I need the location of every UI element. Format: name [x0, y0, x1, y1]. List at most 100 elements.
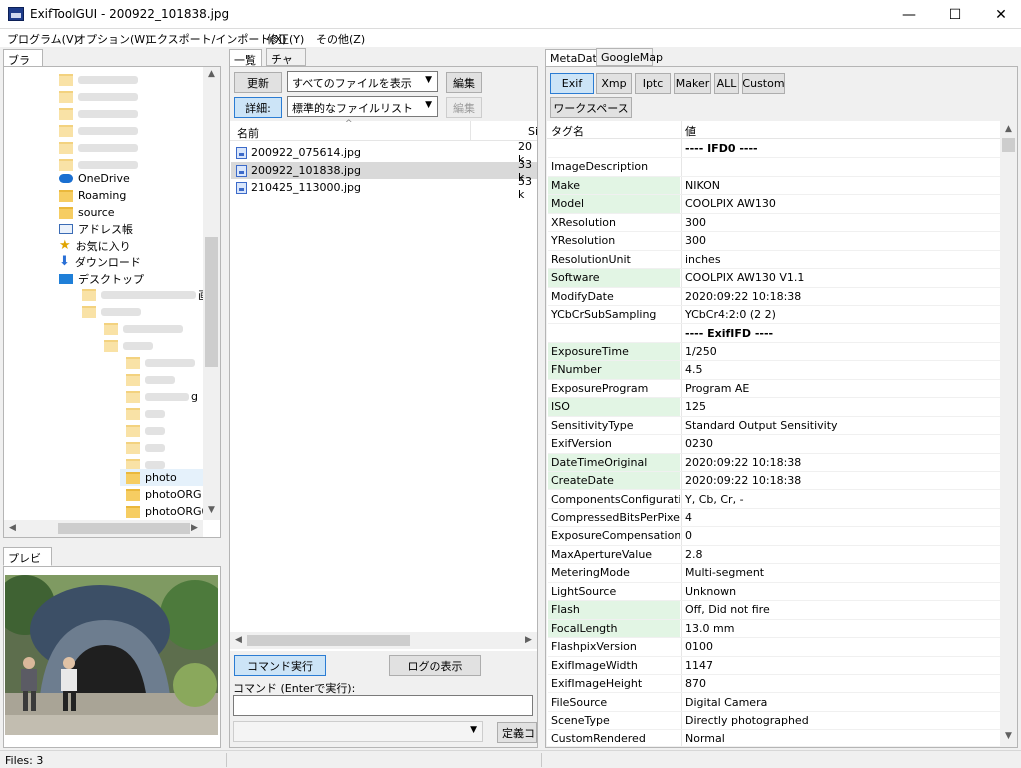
- tree-item-downloads[interactable]: ⬇ ダウンロード: [59, 253, 141, 270]
- metadata-tag-name: FileSource: [551, 695, 608, 709]
- scroll-left-icon[interactable]: ◀: [230, 635, 247, 645]
- scroll-down-icon[interactable]: ▼: [1000, 731, 1017, 741]
- metadata-row[interactable]: MeteringMode Multi-segment: [548, 564, 1000, 583]
- menu-other[interactable]: その他(Z): [316, 31, 365, 47]
- refresh-button[interactable]: 更新: [234, 72, 282, 93]
- metadata-row[interactable]: FNumber 4.5: [548, 361, 1000, 380]
- define-command-button[interactable]: 定義コ: [497, 722, 537, 743]
- tree-item-photoorg[interactable]: photoORG: [126, 486, 202, 503]
- scroll-left-icon[interactable]: ◀: [4, 523, 21, 533]
- metadata-row[interactable]: XResolution 300: [548, 214, 1000, 233]
- edit-view-button[interactable]: 編集: [446, 97, 482, 118]
- metadata-row[interactable]: CustomRendered Normal: [548, 730, 1000, 749]
- exif-button[interactable]: Exif: [550, 73, 594, 94]
- metadata-row[interactable]: FlashpixVersion 0100: [548, 638, 1000, 657]
- metadata-section-row[interactable]: ---- ExifIFD ----: [548, 325, 1000, 343]
- tree-item-onedrive[interactable]: OneDrive: [59, 170, 130, 187]
- metadata-row[interactable]: ExifVersion 0230: [548, 435, 1000, 454]
- command-input[interactable]: [233, 695, 533, 716]
- metadata-row[interactable]: Software COOLPIX AW130 V1.1: [548, 269, 1000, 288]
- edit-filter-button[interactable]: 編集: [446, 72, 482, 93]
- scroll-right-icon[interactable]: ▶: [520, 635, 537, 645]
- metadata-vertical-scrollbar[interactable]: ▲ ▼: [1000, 121, 1017, 746]
- scrollbar-thumb[interactable]: [58, 523, 190, 534]
- metadata-row[interactable]: ImageDescription: [548, 158, 1000, 177]
- tab-googlemap[interactable]: GoogleMap: [596, 48, 663, 66]
- tree-item-source[interactable]: source: [59, 204, 115, 221]
- column-name-header[interactable]: 名前: [237, 125, 259, 141]
- menu-export-import[interactable]: エクスポート/インポート(X): [146, 31, 287, 47]
- scroll-down-icon[interactable]: ▼: [203, 505, 220, 515]
- maximize-button[interactable]: ☐: [932, 0, 978, 29]
- metadata-row[interactable]: CompressedBitsPerPixel 4: [548, 509, 1000, 528]
- tree-horizontal-scrollbar[interactable]: ◀ ▶: [4, 520, 203, 537]
- tree-item-contacts[interactable]: アドレス帳: [59, 220, 133, 237]
- file-row[interactable]: 210425_113000.jpg 53 k: [236, 175, 537, 201]
- metadata-row[interactable]: ExifImageHeight 870: [548, 675, 1000, 694]
- chevron-down-icon: ▼: [470, 725, 477, 735]
- workspace-button[interactable]: ワークスペース: [550, 97, 632, 118]
- column-value-header[interactable]: 値: [685, 123, 696, 139]
- column-size-header[interactable]: Si: [528, 125, 538, 138]
- metadata-tag-value: 4.5: [685, 363, 703, 377]
- metadata-row[interactable]: MaxApertureValue 2.8: [548, 546, 1000, 565]
- tree-item-desktop[interactable]: デスクトップ: [59, 270, 144, 287]
- metadata-row[interactable]: DateTimeOriginal 2020:09:22 10:18:38: [548, 453, 1000, 473]
- metadata-section-row[interactable]: ---- IFD0 ----: [548, 140, 1000, 159]
- metadata-row[interactable]: Flash Off, Did not fire: [548, 601, 1000, 620]
- scroll-right-icon[interactable]: ▶: [186, 523, 203, 533]
- metadata-row[interactable]: ExposureProgram Program AE: [548, 380, 1000, 399]
- file-row-selected[interactable]: 200922_101838.jpg 33 k: [231, 158, 537, 184]
- scroll-up-icon[interactable]: ▲: [1000, 124, 1017, 134]
- scroll-up-icon[interactable]: ▲: [203, 69, 220, 79]
- metadata-row[interactable]: SensitivityType Standard Output Sensitivi…: [548, 417, 1000, 436]
- metadata-row[interactable]: ExposureCompensation 0: [548, 527, 1000, 546]
- scrollbar-thumb[interactable]: [205, 237, 218, 367]
- metadata-row[interactable]: YResolution 300: [548, 232, 1000, 251]
- metadata-row[interactable]: ModifyDate 2020:09:22 10:18:38: [548, 288, 1000, 306]
- metadata-row[interactable]: ResolutionUnit inches: [548, 251, 1000, 270]
- command-preset-select[interactable]: ▼: [233, 721, 483, 742]
- metadata-row[interactable]: ComponentsConfiguration Y, Cb, Cr, -: [548, 491, 1000, 509]
- xmp-button[interactable]: Xmp: [596, 73, 632, 94]
- tab-chart[interactable]: チャート: [266, 48, 306, 82]
- file-filter-select[interactable]: すべてのファイルを表示 ▼: [287, 71, 438, 92]
- metadata-row[interactable]: Make NIKON: [548, 176, 1000, 196]
- scrollbar-thumb[interactable]: [247, 635, 410, 646]
- metadata-row[interactable]: YCbCrSubSampling YCbCr4:2:0 (2 2): [548, 306, 1000, 325]
- tree-item-photoorg0[interactable]: photoORG0: [126, 503, 209, 520]
- metadata-row[interactable]: ISO 125: [548, 398, 1000, 417]
- metadata-row[interactable]: FileSource Digital Camera: [548, 694, 1000, 712]
- metadata-row[interactable]: Model COOLPIX AW130: [548, 195, 1000, 214]
- scrollbar-thumb[interactable]: [1002, 138, 1015, 152]
- iptc-button[interactable]: Iptc: [635, 73, 671, 94]
- tree-item-favorites[interactable]: ★ お気に入り: [59, 237, 131, 254]
- tree-item-photo[interactable]: photo: [120, 469, 205, 486]
- menu-options[interactable]: オプション(W): [75, 31, 149, 47]
- tree-vertical-scrollbar[interactable]: ▲ ▼: [203, 67, 220, 520]
- metadata-row[interactable]: SceneType Directly photographed: [548, 712, 1000, 731]
- metadata-row[interactable]: CreateDate 2020:09:22 10:18:38: [548, 472, 1000, 491]
- file-row[interactable]: 200922_075614.jpg 20 k: [236, 140, 537, 166]
- metadata-row[interactable]: ExifImageWidth 1147: [548, 657, 1000, 675]
- metadata-row[interactable]: LightSource Unknown: [548, 583, 1000, 602]
- details-button[interactable]: 詳細:: [234, 97, 282, 118]
- menu-program[interactable]: プログラム(V): [7, 31, 78, 47]
- tree-item-roaming[interactable]: Roaming: [59, 187, 126, 204]
- metadata-tag-value: Off, Did not fire: [685, 603, 770, 617]
- maker-button[interactable]: Maker: [674, 73, 711, 94]
- column-tag-header[interactable]: タグ名: [551, 123, 584, 139]
- minimize-button[interactable]: —: [886, 0, 932, 29]
- file-view-select[interactable]: 標準的なファイルリスト ▼: [287, 96, 438, 117]
- custom-button[interactable]: Custom: [742, 73, 785, 94]
- menu-modify[interactable]: 修正(Y): [267, 31, 304, 47]
- show-log-button[interactable]: ログの表示: [389, 655, 481, 676]
- file-list-horizontal-scrollbar[interactable]: ◀ ▶: [230, 632, 537, 649]
- all-button[interactable]: ALL: [714, 73, 739, 94]
- metadata-row[interactable]: ExposureTime 1/250: [548, 342, 1000, 362]
- metadata-row[interactable]: FocalLength 13.0 mm: [548, 619, 1000, 639]
- run-command-button[interactable]: コマンド実行: [234, 655, 326, 676]
- desktop-icon: [59, 273, 73, 284]
- tab-preview[interactable]: プレビュー: [3, 547, 52, 581]
- close-button[interactable]: ✕: [978, 0, 1021, 29]
